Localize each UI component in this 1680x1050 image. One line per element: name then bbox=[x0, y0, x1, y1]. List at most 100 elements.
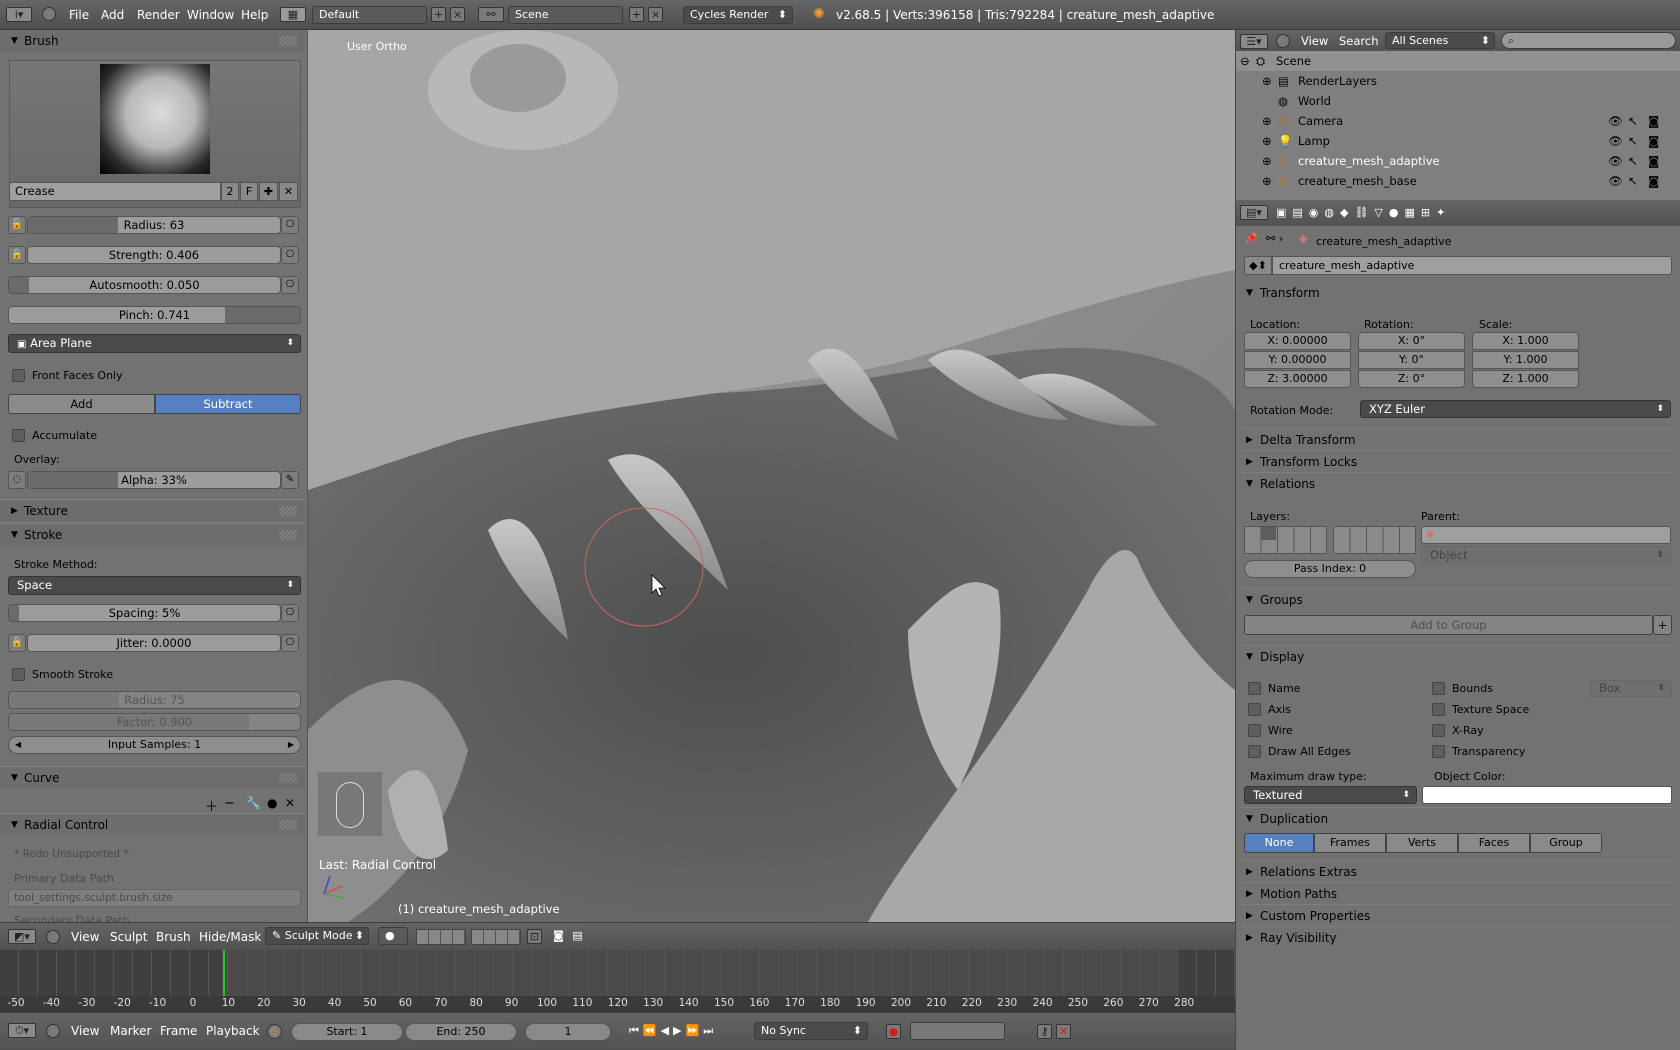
radial-control-panel-header[interactable]: ▼ Radial Control bbox=[0, 813, 305, 835]
strength-slider[interactable]: Strength: 0.406 bbox=[27, 246, 281, 264]
lock-layers-icon[interactable]: ⊡ bbox=[527, 929, 542, 944]
fake-user-toggle[interactable]: F bbox=[240, 182, 258, 201]
rotation-mode-select[interactable]: XYZ Euler ⬍ bbox=[1360, 400, 1671, 418]
expand-icon[interactable]: ⊕ bbox=[1262, 131, 1272, 151]
menu-sculpt[interactable]: Sculpt bbox=[110, 930, 147, 944]
groups-panel-header[interactable]: ▼ Groups bbox=[1242, 588, 1672, 610]
radius-pressure-icon[interactable]: ⎔ bbox=[281, 216, 299, 234]
overlay-alpha-slider[interactable]: Alpha: 33% bbox=[27, 471, 281, 489]
menu-view[interactable]: View bbox=[71, 930, 99, 944]
scene-icon[interactable]: ⚯ bbox=[478, 7, 504, 22]
add-layout-icon[interactable]: + bbox=[431, 7, 446, 22]
visibility-eye-icon[interactable]: 👁 bbox=[1608, 131, 1623, 151]
x-ray-checkbox[interactable] bbox=[1432, 724, 1445, 737]
insert-keyframe-icon[interactable]: ⚷ bbox=[1037, 1024, 1052, 1039]
object-browse-icon[interactable]: ◆⬍ bbox=[1244, 256, 1272, 275]
outliner-row-camera[interactable]: ⊕ ⚇ Camera 👁 ↖ ◙ bbox=[1236, 111, 1680, 131]
primary-data-path-field[interactable]: tool_settings.sculpt.brush.size bbox=[8, 889, 301, 907]
select-cursor-icon[interactable]: ↖ bbox=[1628, 171, 1638, 191]
menu-marker[interactable]: Marker bbox=[110, 1024, 151, 1038]
outliner-row-creature-mesh-adaptive[interactable]: ⊕ ▽ creature_mesh_adaptive 👁 ↖ ◙ bbox=[1236, 151, 1680, 171]
jitter-pressure-icon[interactable]: ⎔ bbox=[281, 634, 299, 652]
transparency-checkbox[interactable] bbox=[1432, 745, 1445, 758]
editor-type-icon[interactable]: ▤▾ bbox=[1240, 205, 1268, 220]
pass-index-field[interactable]: Pass Index: 0 bbox=[1244, 560, 1416, 578]
brush-users-count[interactable]: 2 bbox=[221, 182, 239, 201]
autosmooth-slider[interactable]: Autosmooth: 0.050 bbox=[8, 276, 281, 294]
handle-type-icon[interactable]: ● bbox=[267, 796, 277, 810]
menu-hide-mask[interactable]: Hide/Mask bbox=[199, 930, 261, 944]
display-panel-header[interactable]: ▼ Display bbox=[1242, 645, 1672, 667]
menu-search[interactable]: Search bbox=[1339, 34, 1379, 48]
menu-help[interactable]: Help bbox=[241, 8, 268, 22]
smooth-radius-slider[interactable]: Radius: 75 bbox=[8, 691, 301, 709]
pin-icon[interactable]: 📌 bbox=[1244, 232, 1258, 245]
object-name-field[interactable]: creature_mesh_adaptive bbox=[1272, 256, 1672, 275]
expand-icon[interactable]: ⊕ bbox=[1262, 151, 1272, 171]
duplication-panel-header[interactable]: ▼ Duplication bbox=[1242, 807, 1672, 829]
rotation-y-field[interactable]: Y: 0° bbox=[1358, 351, 1465, 369]
keying-set-field[interactable] bbox=[910, 1022, 1005, 1040]
overlay-toggle-icon[interactable]: ◌ bbox=[8, 471, 26, 489]
editor-type-icon[interactable]: ⏱▾ bbox=[8, 1023, 36, 1038]
add-scene-icon[interactable]: + bbox=[629, 7, 644, 22]
relations-extras-panel-header[interactable]: ▶ Relations Extras bbox=[1242, 860, 1672, 882]
visibility-eye-icon[interactable]: 👁 bbox=[1608, 111, 1623, 131]
select-cursor-icon[interactable]: ↖ bbox=[1628, 131, 1638, 151]
curve-panel-header[interactable]: ▼ Curve bbox=[0, 766, 305, 788]
input-samples-field[interactable]: ◀ Input Samples: 1 ▶ bbox=[8, 736, 301, 754]
outliner-row-lamp[interactable]: ⊕ 💡 Lamp 👁 ↖ ◙ bbox=[1236, 131, 1680, 151]
outliner-row-world[interactable]: ◍ World bbox=[1236, 91, 1680, 111]
direction-subtract-button[interactable]: Subtract bbox=[155, 394, 301, 414]
visibility-eye-icon[interactable]: 👁 bbox=[1608, 151, 1623, 171]
smooth-factor-slider[interactable]: Factor: 0.900 bbox=[8, 713, 301, 731]
dup-none-button[interactable]: None bbox=[1244, 833, 1314, 853]
dup-faces-button[interactable]: Faces bbox=[1458, 833, 1530, 853]
strength-pressure-icon[interactable]: ⎔ bbox=[281, 246, 299, 264]
delete-keyframe-icon[interactable]: ✕ bbox=[1056, 1024, 1071, 1039]
menu-view[interactable]: View bbox=[1301, 34, 1328, 48]
zoom-out-icon[interactable]: − bbox=[224, 796, 235, 811]
menu-add[interactable]: Add bbox=[101, 8, 124, 22]
menu-playback[interactable]: Playback bbox=[206, 1024, 260, 1038]
bounds-type-select[interactable]: Box ⬍ bbox=[1590, 680, 1672, 697]
sculpt-plane-select[interactable]: ▣ Area Plane ⬍ bbox=[8, 334, 301, 353]
scale-y-field[interactable]: Y: 1.000 bbox=[1472, 351, 1579, 369]
collapse-menu-icon[interactable] bbox=[42, 7, 56, 21]
select-cursor-icon[interactable]: ↖ bbox=[1628, 151, 1638, 171]
menu-window[interactable]: Window bbox=[187, 8, 234, 22]
menu-frame[interactable]: Frame bbox=[160, 1024, 197, 1038]
display-wire-checkbox[interactable] bbox=[1248, 724, 1261, 737]
display-name-checkbox[interactable] bbox=[1248, 682, 1261, 695]
motion-paths-panel-header[interactable]: ▶ Motion Paths bbox=[1242, 882, 1672, 904]
render-camera-icon[interactable]: ◙ bbox=[1648, 131, 1659, 151]
end-frame-field[interactable]: End: 250 bbox=[405, 1023, 517, 1041]
rotation-x-field[interactable]: X: 0° bbox=[1358, 332, 1465, 350]
drag-grip-icon[interactable] bbox=[279, 773, 297, 783]
accumulate-checkbox[interactable] bbox=[12, 429, 25, 442]
drag-grip-icon[interactable] bbox=[279, 530, 297, 540]
render-snapshot-icon[interactable]: ◙ bbox=[551, 929, 566, 944]
3d-viewport[interactable]: User Ortho Last: Radial Control (1) crea… bbox=[308, 30, 1235, 922]
direction-add-button[interactable]: Add bbox=[8, 394, 155, 414]
timeline-ruler[interactable]: -50 -40 -30 -20 -10 0 10 20 30 40 50 60 70 80 90 100 110… bbox=[0, 996, 1235, 1012]
collapse-menu-icon[interactable] bbox=[1276, 34, 1290, 48]
editor-type-icon[interactable]: ☰▾ bbox=[1240, 34, 1268, 49]
custom-properties-panel-header[interactable]: ▶ Custom Properties bbox=[1242, 904, 1672, 926]
layer-buttons-a[interactable] bbox=[416, 929, 466, 945]
render-camera-icon[interactable]: ◙ bbox=[1648, 151, 1659, 171]
menu-file[interactable]: File bbox=[69, 8, 89, 22]
render-camera-icon[interactable]: ◙ bbox=[1648, 171, 1659, 191]
texture-panel-header[interactable]: ▶ Texture bbox=[0, 499, 305, 521]
reset-curve-icon[interactable]: ✕ bbox=[285, 796, 295, 810]
stroke-method-select[interactable]: Space ⬍ bbox=[8, 576, 301, 595]
preview-range-icon[interactable]: ⏲ bbox=[267, 1024, 282, 1039]
location-x-field[interactable]: X: 0.00000 bbox=[1244, 332, 1351, 350]
drag-grip-icon[interactable] bbox=[279, 820, 297, 830]
outliner-search-field[interactable]: ⌕ bbox=[1501, 32, 1676, 49]
viewport-shading-select[interactable]: ● bbox=[378, 927, 408, 945]
display-axis-checkbox[interactable] bbox=[1248, 703, 1261, 716]
drag-grip-icon[interactable] bbox=[279, 506, 297, 516]
editor-type-icon[interactable]: ◩▾ bbox=[8, 929, 36, 944]
outliner-row-scene[interactable]: ⊖ ⛭ Scene bbox=[1236, 51, 1680, 71]
